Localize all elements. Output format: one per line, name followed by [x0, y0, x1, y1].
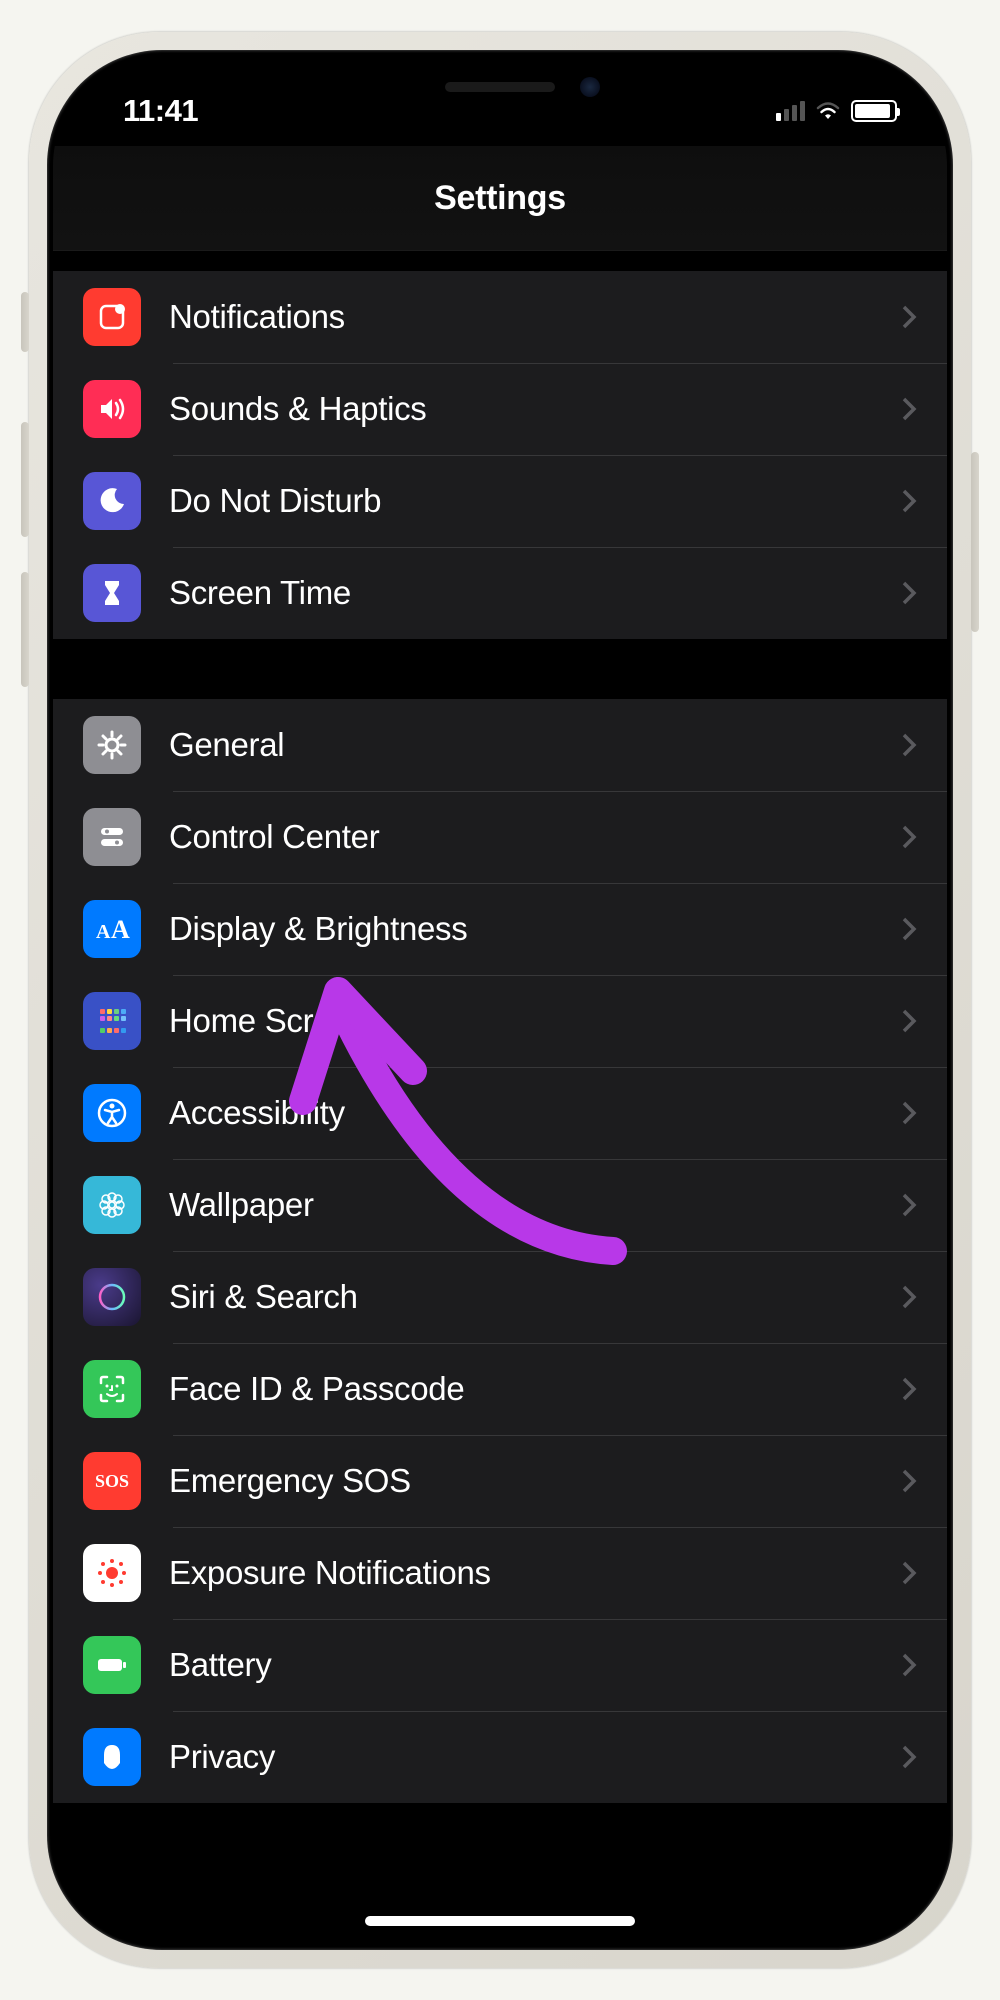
- chevron-right-icon: [901, 1744, 917, 1770]
- home-indicator[interactable]: [365, 1916, 635, 1926]
- privacy-icon: [83, 1728, 141, 1786]
- general-icon: [83, 716, 141, 774]
- row-wallpaper[interactable]: Wallpaper: [53, 1159, 947, 1251]
- row-privacy[interactable]: Privacy: [53, 1711, 947, 1803]
- settings-list[interactable]: Notifications Sounds & Haptics: [53, 251, 947, 1944]
- svg-text:A: A: [111, 915, 130, 944]
- wifi-icon: [815, 101, 841, 121]
- device-frame: 11:41: [29, 32, 971, 1968]
- status-time: 11:41: [103, 93, 198, 129]
- dnd-icon: [83, 472, 141, 530]
- wallpaper-icon: [83, 1176, 141, 1234]
- row-label: Face ID & Passcode: [169, 1370, 901, 1408]
- navigation-bar: Settings: [53, 146, 947, 251]
- row-label: Wallpaper: [169, 1186, 901, 1224]
- volume-down-button: [21, 572, 29, 687]
- chevron-right-icon: [901, 916, 917, 942]
- battery-icon: [83, 1636, 141, 1694]
- notch: [310, 56, 690, 118]
- exposure-icon: [83, 1544, 141, 1602]
- power-button: [971, 452, 979, 632]
- control-center-icon: [83, 808, 141, 866]
- row-faceid[interactable]: Face ID & Passcode: [53, 1343, 947, 1435]
- svg-text:SOS: SOS: [95, 1471, 129, 1491]
- row-display[interactable]: AA Display & Brightness: [53, 883, 947, 975]
- status-indicators: [776, 100, 897, 122]
- battery-level: [855, 104, 890, 118]
- chevron-right-icon: [901, 824, 917, 850]
- chevron-right-icon: [901, 1192, 917, 1218]
- home-screen-icon: [83, 992, 141, 1050]
- row-control-center[interactable]: Control Center: [53, 791, 947, 883]
- row-sounds[interactable]: Sounds & Haptics: [53, 363, 947, 455]
- chevron-right-icon: [901, 1376, 917, 1402]
- sos-icon: SOS: [83, 1452, 141, 1510]
- row-label: Do Not Disturb: [169, 482, 901, 520]
- speaker-grille: [445, 82, 555, 92]
- row-accessibility[interactable]: Accessibility: [53, 1067, 947, 1159]
- row-label: Notifications: [169, 298, 901, 336]
- chevron-right-icon: [901, 304, 917, 330]
- settings-group: Notifications Sounds & Haptics: [53, 271, 947, 639]
- row-label: Home Screen: [169, 1002, 901, 1040]
- volume-up-button: [21, 422, 29, 537]
- chevron-right-icon: [901, 1560, 917, 1586]
- row-siri[interactable]: Siri & Search: [53, 1251, 947, 1343]
- row-notifications[interactable]: Notifications: [53, 271, 947, 363]
- row-label: Privacy: [169, 1738, 901, 1776]
- faceid-icon: [83, 1360, 141, 1418]
- row-label: Display & Brightness: [169, 910, 901, 948]
- chevron-right-icon: [901, 488, 917, 514]
- chevron-right-icon: [901, 732, 917, 758]
- row-general[interactable]: General: [53, 699, 947, 791]
- chevron-right-icon: [901, 1284, 917, 1310]
- siri-icon: [83, 1268, 141, 1326]
- front-camera: [580, 77, 600, 97]
- row-sos[interactable]: SOS Emergency SOS: [53, 1435, 947, 1527]
- row-label: General: [169, 726, 901, 764]
- battery-icon: [851, 100, 897, 122]
- row-dnd[interactable]: Do Not Disturb: [53, 455, 947, 547]
- chevron-right-icon: [901, 1008, 917, 1034]
- row-label: Emergency SOS: [169, 1462, 901, 1500]
- chevron-right-icon: [901, 580, 917, 606]
- row-home-screen[interactable]: Home Screen: [53, 975, 947, 1067]
- row-label: Control Center: [169, 818, 901, 856]
- row-label: Exposure Notifications: [169, 1554, 901, 1592]
- screentime-icon: [83, 564, 141, 622]
- chevron-right-icon: [901, 1100, 917, 1126]
- row-label: Siri & Search: [169, 1278, 901, 1316]
- cellular-signal-icon: [776, 101, 805, 121]
- row-label: Screen Time: [169, 574, 901, 612]
- screen: 11:41: [53, 56, 947, 1944]
- svg-text:A: A: [96, 921, 111, 943]
- page-title: Settings: [434, 179, 566, 218]
- row-battery[interactable]: Battery: [53, 1619, 947, 1711]
- chevron-right-icon: [901, 1468, 917, 1494]
- mute-switch: [21, 292, 29, 352]
- row-screentime[interactable]: Screen Time: [53, 547, 947, 639]
- chevron-right-icon: [901, 396, 917, 422]
- row-label: Sounds & Haptics: [169, 390, 901, 428]
- settings-group: General Control Center AA: [53, 699, 947, 1803]
- row-label: Accessibility: [169, 1094, 901, 1132]
- chevron-right-icon: [901, 1652, 917, 1678]
- row-exposure[interactable]: Exposure Notifications: [53, 1527, 947, 1619]
- notifications-icon: [83, 288, 141, 346]
- display-icon: AA: [83, 900, 141, 958]
- row-label: Battery: [169, 1646, 901, 1684]
- sounds-icon: [83, 380, 141, 438]
- accessibility-icon: [83, 1084, 141, 1142]
